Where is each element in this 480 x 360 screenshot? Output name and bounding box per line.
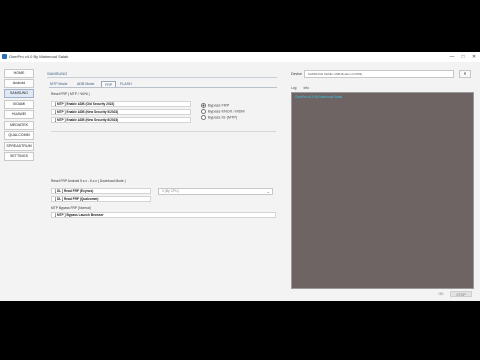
cpu-select-value: 0 (By CPU) (162, 189, 179, 193)
sidebar-item-qualcomm[interactable]: QUALCOMM (4, 131, 34, 140)
group-label-mtp-bypass: MTP Bypass FRP (Normal) (51, 206, 91, 210)
tab-info[interactable]: Info (303, 86, 309, 90)
log-tabs: Log Info (291, 86, 315, 90)
main-panel: SAMSUNG MTP Mode ADB Mode FRP FLASH Rese… (42, 67, 282, 297)
op-enable-adb-new-5-2023[interactable]: [ MTP ] Enable ADB (New Security 5/2023) (51, 109, 191, 115)
sidebar: HOME Android SAMSUNG XIOAMI HUAWEI MEDIA… (4, 67, 34, 297)
window-title: GsmPro v4.0 By Mahmoud Salah (9, 54, 69, 59)
radio-unchecked-icon (201, 109, 206, 114)
stop-button[interactable]: STOP (450, 291, 472, 297)
minimize-button[interactable]: — (448, 53, 456, 61)
op-enable-adb-new-8-2023[interactable]: [ MTP ] Enable ADB (New Security 8/2023) (51, 117, 191, 123)
radio-bypass-frp[interactable]: Bypass FRP (201, 103, 229, 108)
radio-bypass-ig-mtp[interactable]: Bypass IG (MTP) (201, 115, 237, 120)
radio-bypass-knox-mdm[interactable]: Bypass KNOX / MDM (201, 109, 245, 114)
op-read-frp-qualcomm[interactable]: [ DL ] Read FRP (Qualcomm) (51, 196, 151, 202)
subtab-mtp-mode[interactable]: MTP Mode (50, 82, 68, 86)
subtab-flash[interactable]: FLASH (120, 82, 132, 86)
sidebar-item-xioami[interactable]: XIOAMI (4, 100, 34, 109)
log-output[interactable]: GsmPro v4.0 By Mahmoud Salah (291, 92, 474, 289)
group-label-download-mode: Reset FRP Android 5.x.x - 6.x.x ( Downlo… (51, 179, 126, 183)
app-logo-icon (2, 54, 7, 59)
tab-samsung[interactable]: SAMSUNG (47, 71, 67, 76)
sidebar-item-home[interactable]: HOME (4, 69, 34, 78)
tab-log[interactable]: Log (291, 86, 297, 90)
ok-button[interactable]: OK (436, 291, 446, 297)
radio-label: Bypass FRP (208, 103, 230, 108)
sidebar-item-mediatek[interactable]: MEDIATEK (4, 121, 34, 130)
subtab-divider (49, 87, 277, 88)
tab-divider (47, 77, 277, 78)
sidebar-item-samsung[interactable]: SAMSUNG (4, 89, 34, 98)
radio-unchecked-icon (201, 115, 206, 120)
section-divider (51, 131, 276, 132)
refresh-button[interactable]: R (459, 70, 471, 78)
radio-label: Bypass KNOX / MDM (208, 109, 245, 114)
close-button[interactable]: ✕ (470, 53, 478, 61)
op-bypass-launch-browser[interactable]: [ MTP ] Bypass Launch Browser (51, 212, 276, 218)
right-panel: Device SAMSUNG Mobile USB Modem (COM3) R… (288, 67, 476, 299)
radio-checked-icon (201, 103, 206, 108)
title-bar: GsmPro v4.0 By Mahmoud Salah — □ ✕ (0, 52, 480, 62)
cpu-select[interactable]: 0 (By CPU) ⌄ (158, 188, 273, 195)
sidebar-item-spreadtrum[interactable]: SPREADTRUM (4, 142, 34, 151)
op-read-frp-exynos[interactable]: [ DL ] Read FRP (Exynos) (51, 188, 151, 194)
chevron-down-icon: ⌄ (266, 189, 270, 194)
app-window: GsmPro v4.0 By Mahmoud Salah — □ ✕ HOME … (0, 52, 480, 301)
maximize-button[interactable]: □ (459, 53, 467, 61)
subtab-adb-mode[interactable]: ADB Mode (77, 82, 94, 86)
op-enable-adb-old-2022[interactable]: [ MTP ] Enable ADB (Old Security 2022) (51, 101, 191, 107)
sidebar-item-settings[interactable]: SETTINGS (4, 152, 34, 161)
log-line: GsmPro v4.0 By Mahmoud Salah (295, 95, 343, 99)
sidebar-item-huawei[interactable]: HUAWEI (4, 110, 34, 119)
sidebar-item-android[interactable]: Android (4, 79, 34, 88)
device-select[interactable]: SAMSUNG Mobile USB Modem (COM3) (304, 70, 454, 78)
radio-label: Bypass IG (MTP) (208, 115, 238, 120)
group-label-frp-mtp: Reset FRP ( MTP / *#0*# ) (51, 92, 90, 96)
device-label: Device (291, 72, 302, 76)
